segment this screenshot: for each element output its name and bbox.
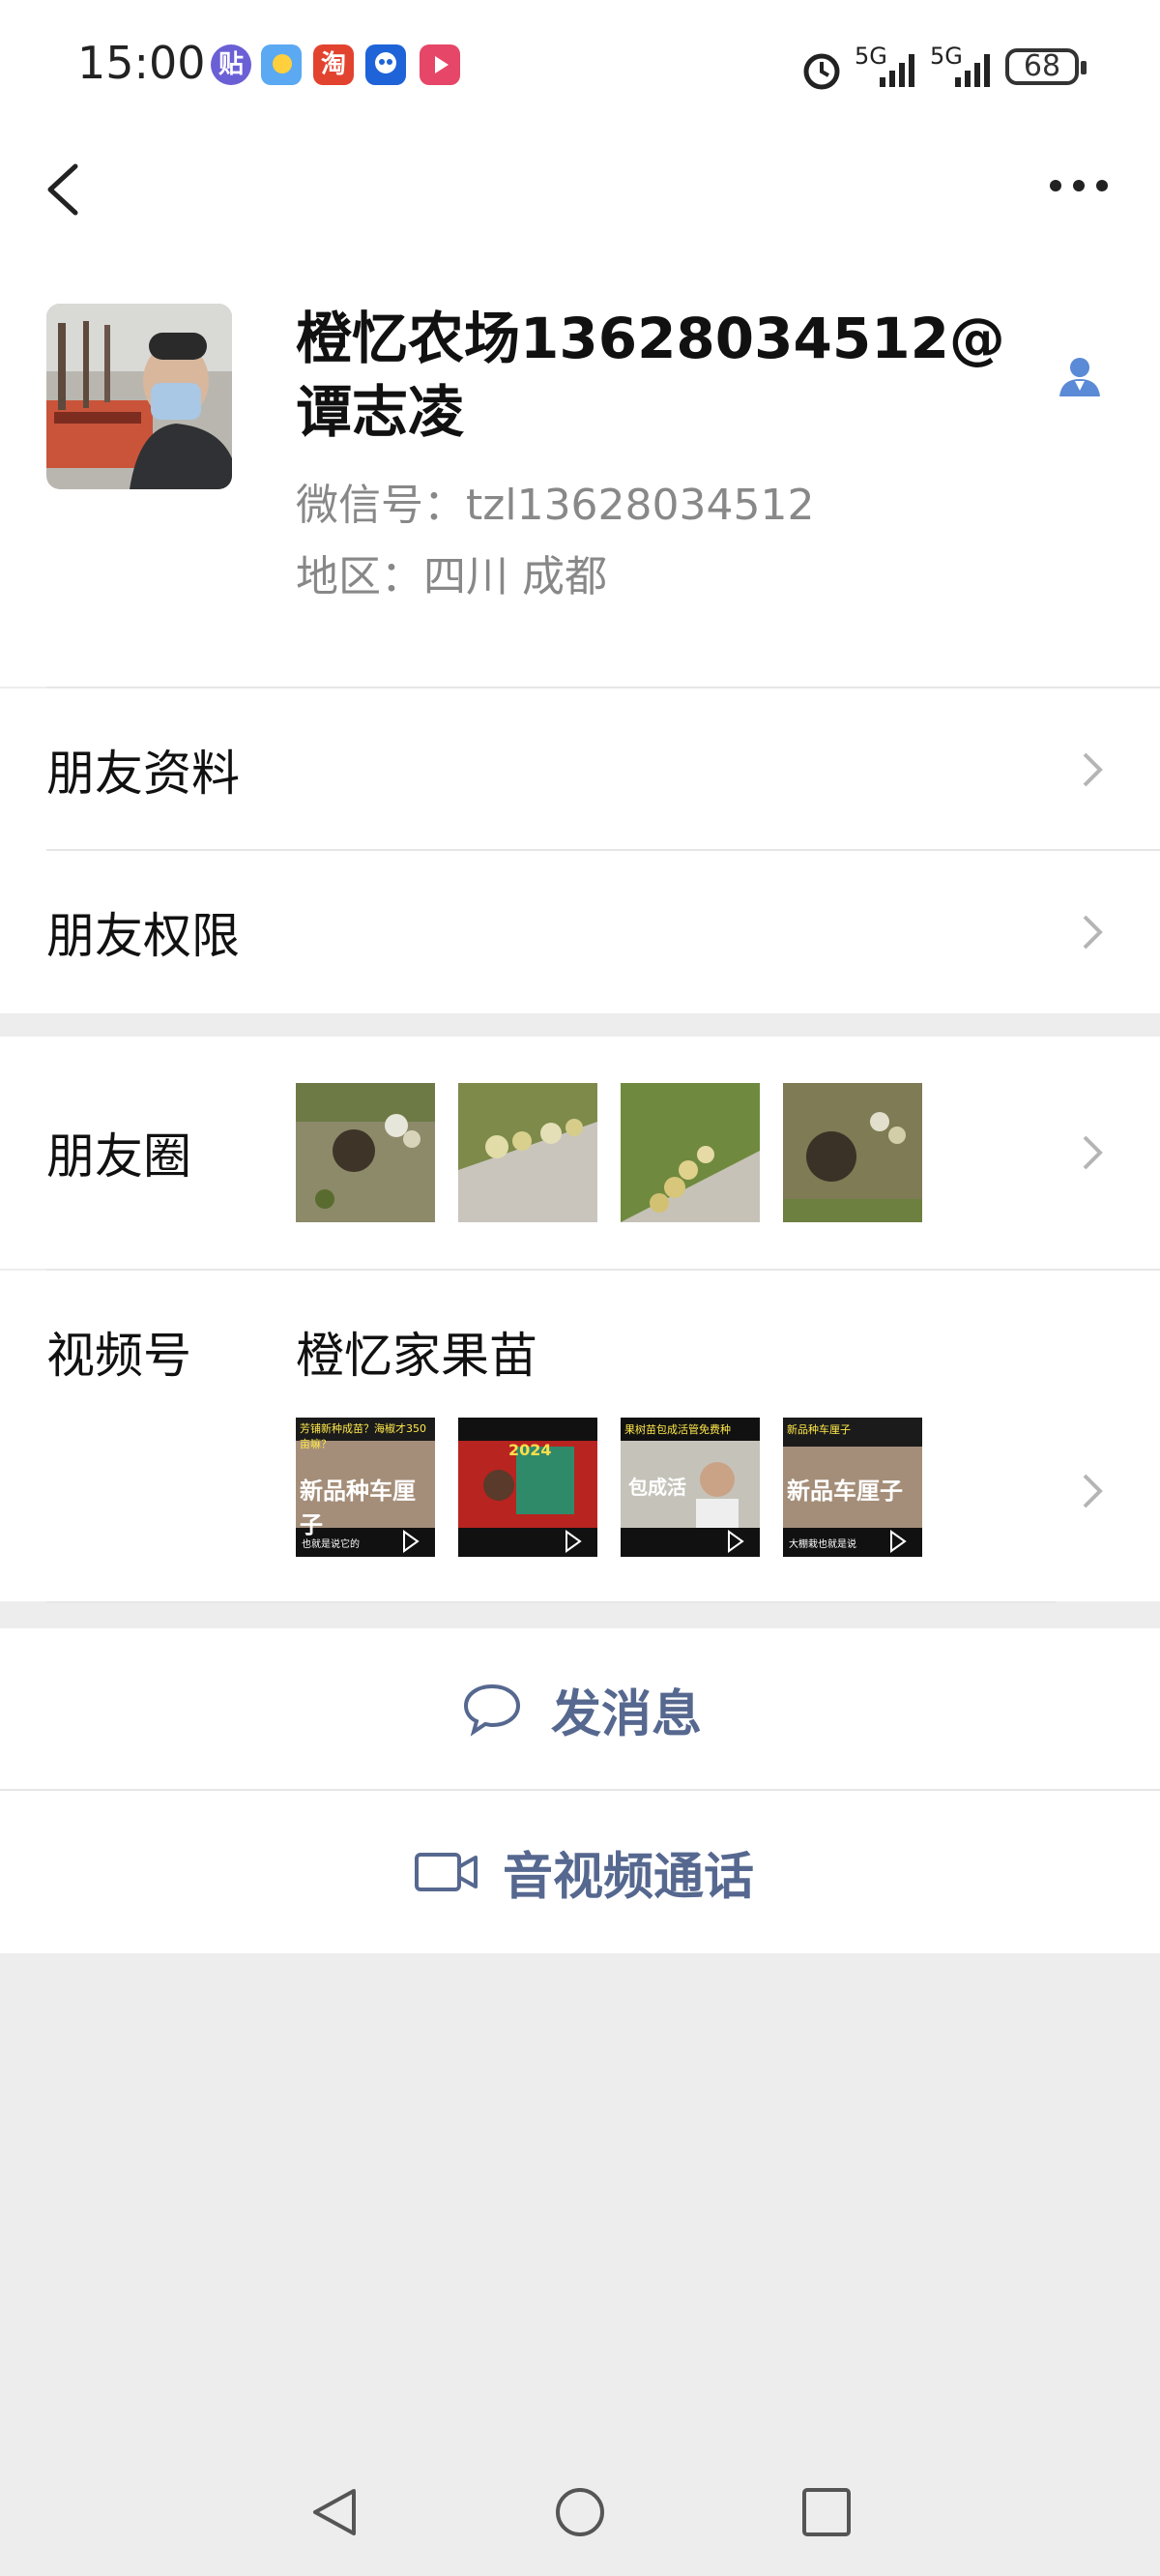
- friend-permissions-label: 朋友权限: [46, 908, 240, 964]
- wechat-id: 微信号：tzl13628034512: [296, 481, 815, 530]
- contact-person-icon[interactable]: [1058, 354, 1102, 398]
- status-bar: 15:00 贴 淘 5G 5G 68: [0, 0, 1160, 135]
- system-recents-icon[interactable]: [800, 2485, 853, 2543]
- assistant-app-icon: [365, 44, 406, 85]
- moments-label: 朋友圈: [46, 1128, 191, 1185]
- chevron-right-icon: [1083, 752, 1103, 787]
- tieba-app-icon: 贴: [211, 44, 251, 85]
- battery-indicator: 68: [1005, 48, 1087, 85]
- friend-permissions-row[interactable]: 朋友权限: [0, 851, 1160, 1013]
- taobao-app-icon: 淘: [313, 44, 354, 85]
- region: 地区：四川 成都: [296, 552, 607, 601]
- moments-thumbnail: [458, 1083, 597, 1222]
- friend-info-label: 朋友资料: [46, 746, 240, 802]
- alarm-icon: [800, 48, 843, 95]
- chevron-right-icon: [1083, 915, 1103, 950]
- video-call-button[interactable]: 音视频通话: [0, 1791, 1160, 1953]
- system-home-icon[interactable]: [553, 2485, 607, 2543]
- channel-name: 橙忆家果苗: [296, 1328, 537, 1384]
- divider: [46, 1601, 1056, 1603]
- video-app-icon: [420, 44, 460, 85]
- moments-thumbnail: [296, 1083, 435, 1222]
- weather-app-icon: [261, 44, 302, 85]
- channel-video-thumbnail: 2024: [458, 1418, 597, 1557]
- send-message-label: 发消息: [551, 1685, 703, 1744]
- chevron-right-icon: [1083, 1474, 1103, 1508]
- moments-thumbnail: [621, 1083, 760, 1222]
- chat-bubble-icon: [463, 1683, 521, 1737]
- profile-name: 橙忆农场13628034512@谭志凌: [296, 306, 1005, 445]
- back-icon[interactable]: [43, 162, 81, 217]
- moments-thumbnail: [783, 1083, 922, 1222]
- signal-icon-2: [953, 50, 998, 93]
- more-options-icon[interactable]: [1048, 172, 1110, 199]
- moments-row[interactable]: 朋友圈: [0, 1037, 1160, 1269]
- channels-row[interactable]: 视频号 橙忆家果苗 芳铺新种成苗？海椒才350亩嘛？ 新品种车厘子 也就是说它的…: [0, 1271, 1160, 1601]
- send-message-button[interactable]: 发消息: [0, 1628, 1160, 1791]
- channel-video-thumbnail: 果树苗包成活管免费种 包成活: [621, 1418, 760, 1557]
- channel-video-thumbnail: 芳铺新种成苗？海椒才350亩嘛？ 新品种车厘子 也就是说它的: [296, 1418, 435, 1557]
- channels-label: 视频号: [46, 1328, 191, 1384]
- friend-info-row[interactable]: 朋友资料: [0, 688, 1160, 851]
- status-time: 15:00: [77, 37, 206, 89]
- video-camera-icon: [415, 1853, 478, 1891]
- channel-video-thumbnail: 新品种车厘子 新品车厘子 大棚栽也就是说: [783, 1418, 922, 1557]
- avatar[interactable]: [46, 304, 232, 489]
- signal-icon-1: [878, 50, 922, 93]
- system-back-icon[interactable]: [309, 2485, 360, 2543]
- chevron-right-icon: [1083, 1135, 1103, 1170]
- video-call-label: 音视频通话: [503, 1848, 755, 1907]
